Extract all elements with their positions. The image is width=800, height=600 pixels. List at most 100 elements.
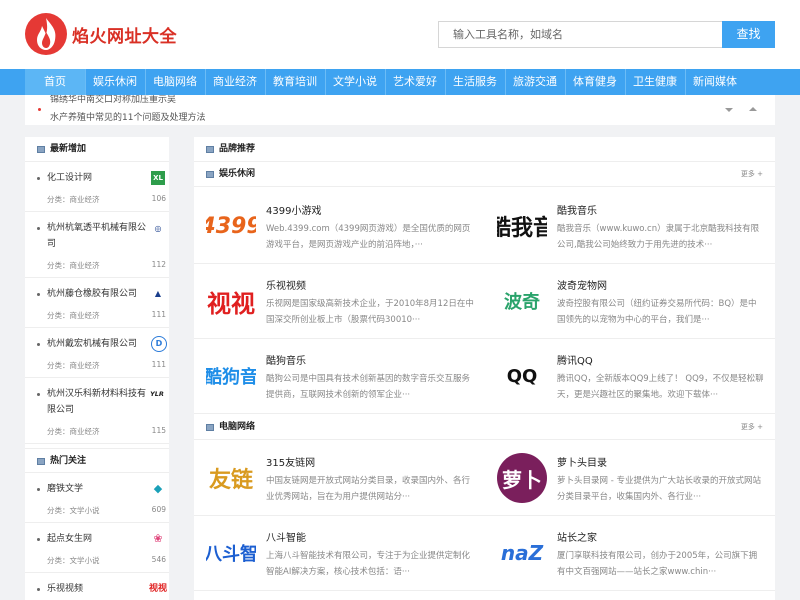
site-card[interactable]: 萝卜 萝卜头目录 萝卜头目录网 - 专业提供为广大站长收录的开放式网站分类目录平… [485,441,775,516]
site-count: 609 [151,505,166,514]
nav-item-life[interactable]: 生活服务 [445,69,505,95]
site-count: 111 [151,310,166,319]
nav-item-entertainment[interactable]: 娱乐休闲 [85,69,145,95]
site-logo-icon[interactable]: 4399 [206,201,256,251]
section-heading-computer: 电脑网络 更多 + [194,415,775,440]
site-title[interactable]: 乐视视频 [266,277,306,292]
sidebar-hot-item[interactable]: 磨铁文学 ◆ 分类：文学小说 609 [25,473,169,523]
site-category: 分类：商业经济 [47,195,100,204]
site-card[interactable]: naZ 站长之家 厦门享联科技有限公司，创办于2005年，公司旗下拥有中文百强网… [485,516,775,591]
site-logo-icon[interactable]: 萝卜 [497,453,547,503]
site-name[interactable]: 杭州戴宏机械有限公司 [47,336,147,352]
ticker-down-icon[interactable] [725,108,733,112]
sidebar-latest-item[interactable]: 杭州杭氧透平机械有限公司 ◎ 分类：商业经济 112 [25,212,169,278]
site-name[interactable]: 杭州杭氧透平机械有限公司 [47,220,147,252]
site-logo-icon[interactable]: 酷狗音 [206,351,256,401]
ticker-up-icon[interactable] [749,107,757,111]
site-logo-icon[interactable]: 视视 [206,276,256,326]
site-favicon-icon: D [151,336,167,352]
site-name[interactable]: 磨铁文学 [47,481,147,497]
site-card[interactable]: QQ 腾讯QQ 腾讯QQ，全新版本QQ9上线了！ QQ9，不仅是轻松聊天，更是兴… [485,339,775,414]
nav-item-education[interactable]: 教育培训 [265,69,325,95]
site-card[interactable]: 酷我音 酷我音乐 酷我音乐（www.kuwo.cn）隶属于北京酷我科技有限公司,… [485,189,775,264]
site-description: 中国友链网是开放式网站分类目录，收录国内外、各行业优秀网站，旨在为用户提供网站分… [266,476,471,502]
site-favicon-icon: ▲ [154,289,162,298]
site-title[interactable]: 八斗智能 [266,529,306,544]
nav-item-travel[interactable]: 旅游交通 [505,69,565,95]
site-title[interactable]: 腾讯QQ [557,352,593,367]
sidebar-hot-item[interactable]: 起点女生网 ❀ 分类：文学小说 546 [25,523,169,573]
site-favicon-icon: XL [151,171,165,185]
site-count: 115 [151,426,166,435]
site-title[interactable]: 萝卜头目录 [557,454,607,469]
site-name[interactable]: 杭州藤仓橡胶有限公司 [47,286,147,302]
site-logo-icon[interactable]: 波奇 [497,276,547,326]
site-logo-icon[interactable]: 友链 [206,453,256,503]
nav-item-computer[interactable]: 电脑网络 [145,69,205,95]
site-header: 焰火网址大全 输入工具名称，如域名 查找 [0,0,800,69]
section-icon [206,146,214,153]
site-title[interactable]: 酷狗音乐 [266,352,306,367]
site-favicon-icon: YLR [150,390,164,398]
news-ticker: 锦绣华中南交口对称加压重示吴 水产养殖中常见的11个问题及处理方法 [25,95,775,125]
site-name[interactable]: 乐视视频 [47,581,147,597]
site-card[interactable]: 4399 4399小游戏 Web.4399.com（4399网页游戏）是全国优质… [194,189,484,264]
search-button[interactable]: 查找 [722,21,775,48]
site-name[interactable]: 起点女生网 [47,531,147,547]
site-favicon-icon: 视视 [148,584,167,594]
sidebar-latest-item[interactable]: 杭州藤仓橡胶有限公司 ▲ 分类：商业经济 111 [25,278,169,328]
section-icon [37,146,45,153]
site-title[interactable]: 波奇宠物网 [557,277,607,292]
site-logo-icon[interactable]: QQ [497,351,547,401]
nav-item-business[interactable]: 商业经济 [205,69,265,95]
brand-heading: 品牌推荐 [194,137,775,162]
site-favicon-icon: ◆ [153,482,163,495]
nav-item-health[interactable]: 卫生健康 [625,69,685,95]
sidebar-hot-item[interactable]: 乐视视频 视视 [25,573,169,600]
ticker-link[interactable]: 水产养殖中常见的11个问题及处理方法 [50,110,205,123]
site-card[interactable]: 友链 315友链网 中国友链网是开放式网站分类目录，收录国内外、各行业优秀网站，… [194,441,484,516]
row-divider [194,413,775,414]
flame-logo-icon[interactable] [24,12,68,56]
site-category: 分类：商业经济 [47,311,100,320]
site-card[interactable]: 八斗智 八斗智能 上海八斗智能技术有限公司，专注于为企业提供定制化智能AI解决方… [194,516,484,591]
site-count: 111 [151,360,166,369]
nav-item-home[interactable]: 首页 [25,69,85,95]
ticker-link[interactable]: 锦绣华中南交口对称加压重示吴 [50,95,176,105]
site-title[interactable]: 站长之家 [557,529,597,544]
section-heading-entertainment: 娱乐休闲 更多 + [194,162,775,187]
site-logo-icon[interactable]: 八斗智 [206,528,256,578]
site-category: 分类：文学小说 [47,556,100,565]
sidebar: 最新增加 化工设计网 XL 分类：商业经济 106 杭州杭氧透平机械有限公司 ◎… [25,137,169,600]
more-link[interactable]: 更多 + [741,415,763,440]
nav-item-news[interactable]: 新闻媒体 [685,69,745,95]
sidebar-latest-item[interactable]: 化工设计网 XL 分类：商业经济 106 [25,162,169,212]
site-description: 酷狗公司是中国具有技术创新基因的数字音乐交互服务提供商，互联网技术创新的领军企业… [266,374,471,400]
site-name[interactable]: 杭州汉乐科新材料科技有限公司 [47,386,147,418]
nav-item-literature[interactable]: 文学小说 [325,69,385,95]
site-logo-icon[interactable]: naZ [497,528,547,578]
nav-item-art[interactable]: 艺术爱好 [385,69,445,95]
site-logo-icon[interactable]: 酷我音 [497,201,547,251]
site-title[interactable]: 4399小游戏 [266,202,321,217]
site-name[interactable]: 化工设计网 [47,170,147,186]
sidebar-hot-heading: 热门关注 [25,448,169,473]
site-title[interactable]: 酷我音乐 [557,202,597,217]
site-logo-text[interactable]: 焰火网址大全 [72,22,177,47]
site-title[interactable]: 315友链网 [266,454,315,469]
sidebar-latest-item[interactable]: 杭州汉乐科新材料科技有限公司 YLR 分类：商业经济 115 [25,378,169,444]
bullet-icon [37,538,40,541]
site-card[interactable]: 酷狗音 酷狗音乐 酷狗公司是中国具有技术创新基因的数字音乐交互服务提供商，互联网… [194,339,484,414]
site-card[interactable]: 视视 乐视视频 乐视网是国家级高新技术企业，于2010年8月12日在中国深交所创… [194,264,484,339]
search-input[interactable]: 输入工具名称，如域名 [438,21,723,48]
sidebar-latest-item[interactable]: 杭州戴宏机械有限公司 D 分类：商业经济 111 [25,328,169,378]
site-card[interactable]: 波奇 波奇宠物网 波奇控股有限公司（纽约证券交易所代码：BQ）是中国领先的以宠物… [485,264,775,339]
site-category: 分类：文学小说 [47,506,100,515]
section-icon [206,171,214,178]
site-description: 腾讯QQ，全新版本QQ9上线了！ QQ9，不仅是轻松聊天，更是兴趣社区的聚集地。… [557,374,764,400]
more-link[interactable]: 更多 + [741,162,763,187]
main-content: 品牌推荐 娱乐休闲 更多 + 4399 4399小游戏 Web.4399.com… [194,137,775,600]
site-category: 分类：商业经济 [47,261,100,270]
nav-item-sports[interactable]: 体育健身 [565,69,625,95]
site-favicon-icon: ◎ [154,224,162,233]
